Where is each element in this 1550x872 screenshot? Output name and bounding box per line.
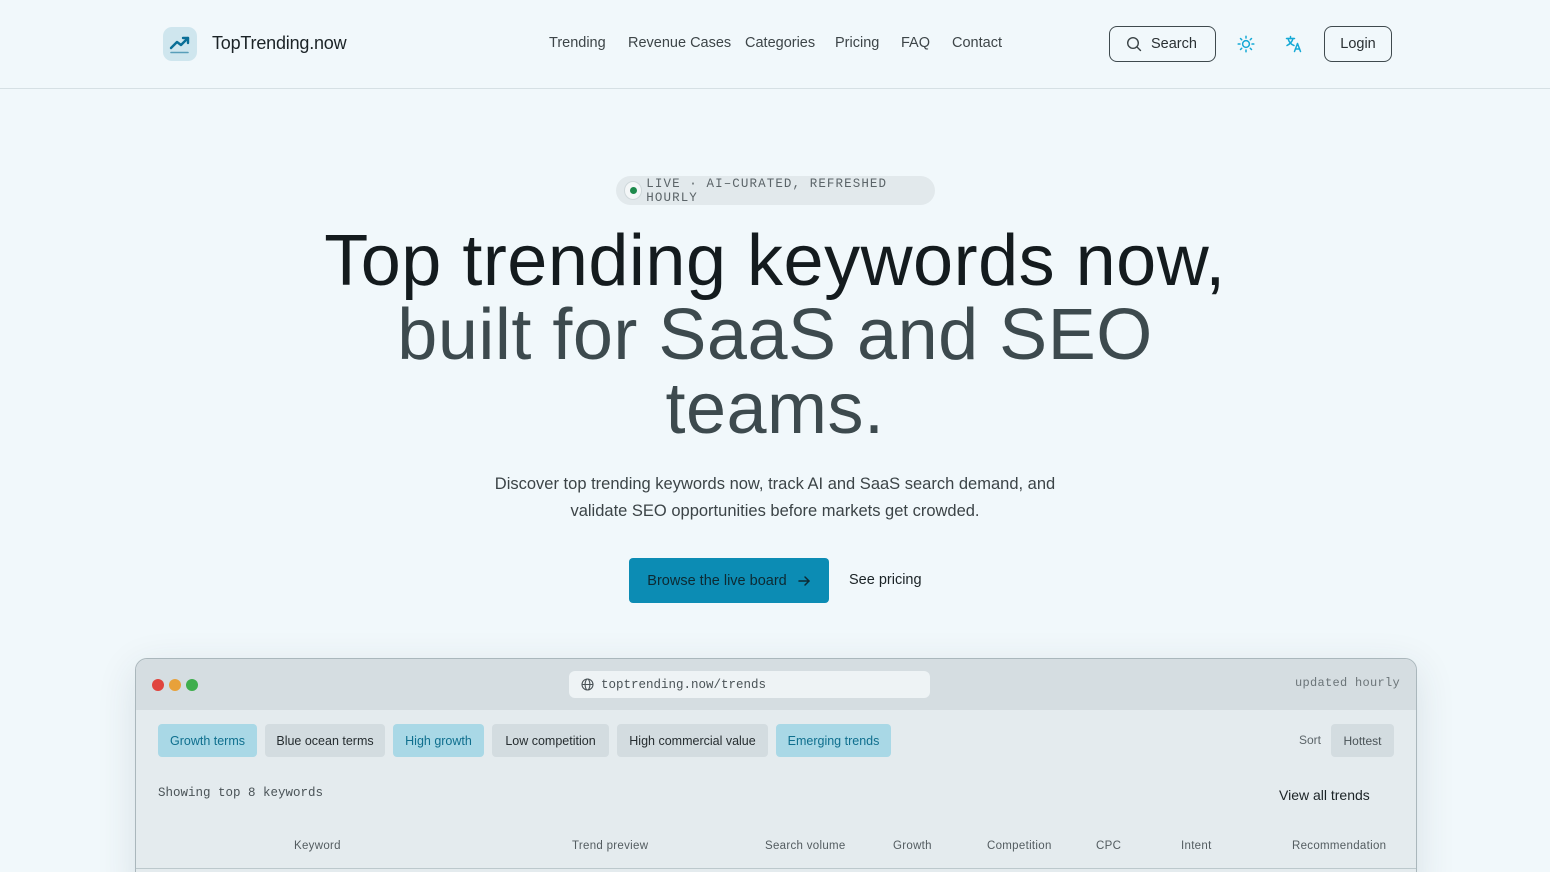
nav-trending[interactable]: Trending bbox=[549, 35, 606, 51]
column-header-search-volume[interactable]: Search volume bbox=[765, 840, 846, 852]
live-badge-text: LIVE · AI–CURATED, REFRESHED HOURLY bbox=[646, 176, 888, 205]
nav-faq[interactable]: FAQ bbox=[901, 35, 930, 51]
hero-title-line1: Top trending keywords now, bbox=[324, 221, 1226, 301]
main-nav: Trending Revenue Cases Categories Pricin… bbox=[0, 35, 1550, 55]
nav-contact[interactable]: Contact bbox=[952, 35, 1002, 51]
hero-subtitle: Discover top trending keywords now, trac… bbox=[494, 475, 1056, 520]
see-pricing-link[interactable]: See pricing bbox=[849, 572, 922, 588]
url-bar[interactable]: toptrending.now/trends bbox=[569, 671, 930, 698]
sort-label: Sort bbox=[1299, 733, 1322, 747]
updated-label: updated hourly bbox=[1294, 676, 1400, 690]
theme-toggle[interactable] bbox=[1234, 32, 1258, 56]
arrow-right-icon bbox=[797, 575, 810, 586]
table-divider bbox=[136, 868, 1416, 869]
maximize-dot-icon bbox=[186, 679, 198, 691]
column-header-cpc[interactable]: CPC bbox=[1096, 840, 1121, 852]
filter-chip-growth-terms[interactable]: Growth terms bbox=[158, 724, 257, 757]
view-all-trends-link[interactable]: View all trends bbox=[1279, 787, 1370, 803]
search-label: Search bbox=[1151, 36, 1197, 52]
trends-preview-window: toptrending.now/trends updated hourly Gr… bbox=[135, 658, 1417, 872]
minimize-dot-icon bbox=[169, 679, 181, 691]
globe-icon bbox=[581, 678, 594, 691]
results-count: Showing top 8 keywords bbox=[158, 786, 324, 800]
language-toggle[interactable] bbox=[1282, 32, 1306, 56]
filter-chip-low-competition[interactable]: Low competition bbox=[492, 724, 609, 757]
column-header-recommendation[interactable]: Recommendation bbox=[1292, 840, 1386, 852]
browse-live-board-button[interactable]: Browse the live board bbox=[629, 558, 829, 603]
column-header-competition[interactable]: Competition bbox=[987, 840, 1052, 852]
nav-pricing[interactable]: Pricing bbox=[835, 35, 879, 51]
nav-categories[interactable]: Categories bbox=[745, 35, 815, 51]
live-badge: LIVE · AI–CURATED, REFRESHED HOURLY bbox=[616, 176, 935, 205]
column-header-intent[interactable]: Intent bbox=[1181, 840, 1212, 852]
live-indicator-icon bbox=[624, 181, 643, 200]
window-titlebar: toptrending.now/trends updated hourly bbox=[136, 659, 1416, 710]
filter-chip-high-commercial-value[interactable]: High commercial value bbox=[617, 724, 768, 757]
column-header-keyword[interactable]: Keyword bbox=[294, 840, 341, 852]
sort-select[interactable]: Hottest bbox=[1331, 724, 1394, 757]
close-dot-icon bbox=[152, 679, 164, 691]
hero-title-line2: built for SaaS and SEO bbox=[397, 295, 1153, 375]
filter-chip-blue-ocean-terms[interactable]: Blue ocean terms bbox=[265, 724, 385, 757]
filter-chip-high-growth[interactable]: High growth bbox=[393, 724, 484, 757]
login-button[interactable]: Login bbox=[1324, 26, 1392, 62]
nav-revenue-cases[interactable]: Revenue Cases bbox=[628, 35, 731, 51]
column-header-growth[interactable]: Growth bbox=[893, 840, 932, 852]
hero-title: Top trending keywords now, built for Saa… bbox=[175, 224, 1375, 446]
translate-icon bbox=[1285, 35, 1302, 53]
site-header: TopTrending.now Trending Revenue Cases C… bbox=[0, 0, 1550, 89]
filter-chip-emerging-trends[interactable]: Emerging trends bbox=[776, 724, 891, 757]
sun-icon bbox=[1237, 35, 1255, 53]
url-text: toptrending.now/trends bbox=[601, 677, 767, 692]
column-header-trend-preview[interactable]: Trend preview bbox=[572, 840, 648, 852]
search-icon bbox=[1126, 36, 1142, 52]
search-button[interactable]: Search bbox=[1109, 26, 1216, 62]
browse-live-board-label: Browse the live board bbox=[647, 572, 787, 589]
hero-title-line3: teams. bbox=[665, 369, 885, 449]
